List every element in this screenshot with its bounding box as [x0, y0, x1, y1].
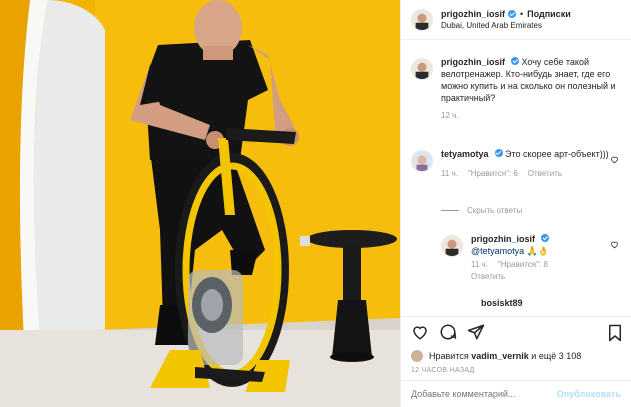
avatar-face-icon: [442, 236, 462, 256]
header-line: prigozhin_iosif • Подписки: [441, 9, 571, 20]
author-username[interactable]: prigozhin_iosif: [441, 9, 505, 20]
reply-item-partial: bosiskt89: [401, 298, 631, 308]
avatar-face-icon: [412, 9, 432, 30]
comment-text: Это скорее арт-объект))): [505, 149, 609, 159]
liker-avatar[interactable]: [411, 350, 423, 362]
hide-replies-button[interactable]: Скрыть ответы: [441, 206, 522, 215]
verified-badge-icon: [508, 10, 516, 18]
like-comment-heart-icon[interactable]: [610, 155, 619, 164]
partial-username[interactable]: bosiskt89: [481, 298, 523, 308]
post-side-panel: prigozhin_iosif • Подписки Dubai, United…: [400, 0, 631, 407]
reply-meta-2: Ответить: [471, 271, 621, 283]
following-button[interactable]: Подписки: [527, 9, 571, 20]
caption-avatar[interactable]: [411, 58, 433, 80]
post-photo[interactable]: [0, 0, 400, 407]
avatar-face-icon: [412, 59, 432, 79]
reply-body: prigozhin_iosif @tetyamotya 🙏👌 11 ч. "Нр…: [471, 233, 621, 283]
photo-illustration: [0, 0, 400, 407]
reply-meta: 11 ч. "Нравится": 8: [471, 259, 621, 271]
commenter-avatar[interactable]: [411, 150, 433, 172]
reply-button[interactable]: Ответить: [528, 168, 562, 180]
post-time-ago[interactable]: 12 ЧАСОВ НАЗАД: [401, 364, 631, 380]
save-bookmark-icon[interactable]: [607, 324, 623, 342]
comment-time[interactable]: 11 ч.: [441, 168, 458, 180]
reply-text-line: @tetyamotya 🙏👌: [471, 245, 621, 257]
likes-prefix: Нравится: [429, 351, 469, 361]
avatar-face-icon: [412, 151, 432, 171]
comment-body: tetyamotya Это скорее арт-объект))) 11 ч…: [441, 148, 621, 180]
separator-dot: •: [520, 8, 524, 19]
share-send-icon[interactable]: [467, 323, 485, 341]
verified-badge-icon: [541, 234, 549, 242]
author-avatar[interactable]: [411, 8, 433, 31]
reply-item: prigozhin_iosif @tetyamotya 🙏👌 11 ч. "Нр…: [401, 233, 631, 283]
post-dialog: prigozhin_iosif • Подписки Dubai, United…: [0, 0, 631, 407]
comment-bubble-icon[interactable]: [439, 323, 457, 341]
reply-likes[interactable]: "Нравится": 8: [498, 259, 548, 271]
comment-likes[interactable]: "Нравится": 6: [468, 168, 518, 180]
verified-badge-icon: [511, 57, 519, 65]
reply-reply-button[interactable]: Ответить: [471, 271, 505, 283]
reply-mention-link[interactable]: @tetyamotya: [471, 246, 524, 256]
post-header: prigozhin_iosif • Подписки Dubai, United…: [401, 0, 631, 40]
comment-input[interactable]: [411, 389, 557, 399]
verified-badge-icon: [494, 149, 503, 157]
likes-count[interactable]: и ещё 3 108: [531, 351, 581, 361]
post-location[interactable]: Dubai, United Arab Emirates: [441, 20, 571, 31]
caption-comment: prigozhin_iosif Хочу себе такой велотрен…: [401, 56, 631, 122]
caption-body: prigozhin_iosif Хочу себе такой велотрен…: [441, 56, 621, 122]
caption-username[interactable]: prigozhin_iosif: [441, 57, 505, 67]
reply-emoji: 🙏👌: [526, 246, 550, 256]
comments-list[interactable]: prigozhin_iosif Хочу себе такой велотрен…: [401, 40, 631, 316]
like-heart-icon[interactable]: [411, 323, 429, 341]
header-text: prigozhin_iosif • Подписки Dubai, United…: [441, 9, 571, 31]
hide-replies-label: Скрыть ответы: [467, 206, 523, 215]
caption-meta: 12 ч.: [441, 110, 621, 122]
add-comment-form: Опубликовать: [401, 380, 631, 407]
reply-avatar[interactable]: [441, 235, 463, 257]
commenter-username[interactable]: tetyamotya: [441, 149, 489, 159]
publish-button[interactable]: Опубликовать: [557, 389, 621, 399]
caption-time[interactable]: 12 ч.: [441, 110, 459, 122]
comment-item: tetyamotya Это скорее арт-объект))) 11 ч…: [401, 148, 631, 180]
post-actions-bar: [401, 316, 631, 346]
reply-username[interactable]: prigozhin_iosif: [471, 234, 535, 244]
reply-time[interactable]: 11 ч.: [471, 259, 488, 271]
liker-username[interactable]: vadim_vernik: [471, 351, 529, 361]
comment-meta: 11 ч. "Нравится": 6 Ответить: [441, 168, 621, 180]
like-reply-heart-icon[interactable]: [610, 240, 619, 249]
likes-summary: Нравится vadim_vernik и ещё 3 108: [401, 346, 631, 364]
